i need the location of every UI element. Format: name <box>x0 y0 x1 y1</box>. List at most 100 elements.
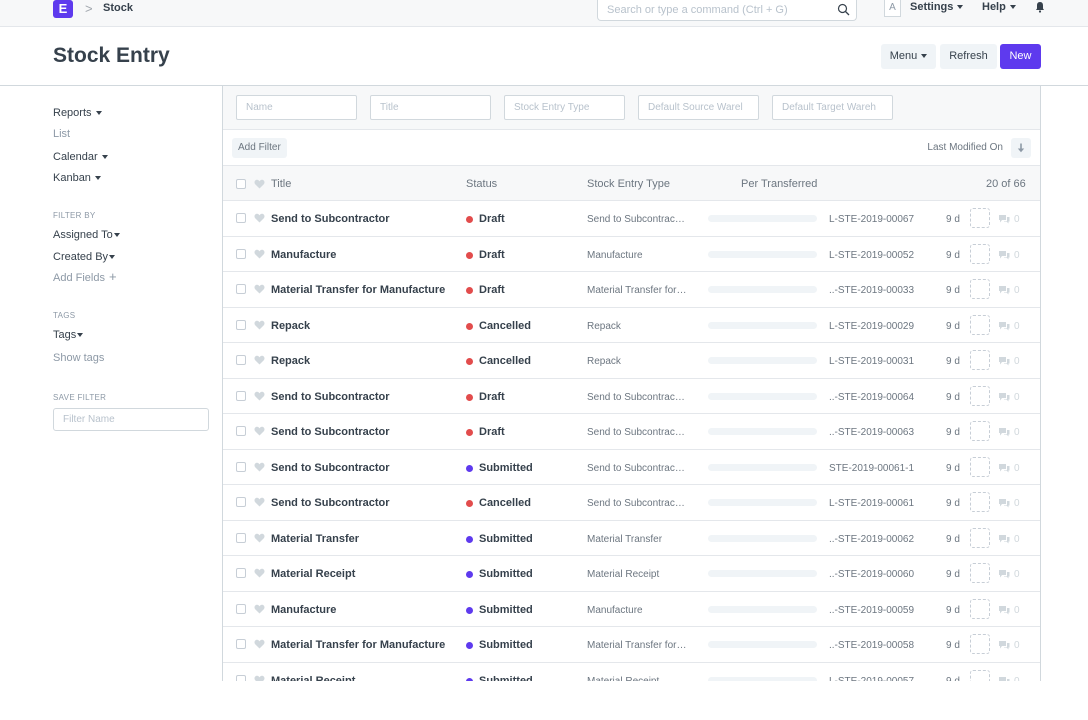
heart-icon[interactable] <box>254 213 265 223</box>
show-tags-link[interactable]: Show tags <box>53 352 104 364</box>
tags-dropdown[interactable]: Tags <box>53 329 84 341</box>
status-badge[interactable]: Submitted <box>479 639 533 651</box>
assign-avatar-placeholder[interactable] <box>970 314 990 335</box>
assign-avatar-placeholder[interactable] <box>970 456 990 477</box>
row-title[interactable]: Repack <box>271 355 310 367</box>
list-row[interactable]: Material Transfer for Manufacture Draft Ma… <box>223 272 1040 308</box>
assign-avatar-placeholder[interactable] <box>970 598 990 619</box>
row-checkbox[interactable] <box>236 461 246 472</box>
title-filter-input[interactable] <box>370 95 491 120</box>
sidebar-kanban[interactable]: Kanban <box>53 172 101 184</box>
heart-icon[interactable] <box>254 675 265 682</box>
row-title[interactable]: Send to Subcontractor <box>271 391 390 403</box>
row-checkbox[interactable] <box>236 497 246 507</box>
row-title[interactable]: Send to Subcontractor <box>271 462 390 474</box>
created-by-filter[interactable]: Created By <box>53 251 116 263</box>
search-input[interactable] <box>598 0 828 19</box>
row-title[interactable]: Material Transfer for Manufacture <box>271 639 445 651</box>
select-all-checkbox[interactable] <box>236 179 246 189</box>
list-row[interactable]: Send to Subcontractor Draft Send to Subcon… <box>223 414 1040 450</box>
row-title[interactable]: Material Transfer for Manufacture <box>271 284 445 296</box>
sort-order-button[interactable] <box>1011 138 1031 158</box>
status-badge[interactable]: Submitted <box>479 462 533 474</box>
status-badge[interactable]: Submitted <box>479 675 533 682</box>
user-avatar[interactable]: A <box>884 0 901 17</box>
list-row[interactable]: Repack Cancelled Repack L-STE-2019-00029 9 d… <box>223 307 1040 343</box>
sidebar-list[interactable]: List <box>53 128 70 140</box>
stock-entry-type-filter-input[interactable] <box>504 95 625 120</box>
heart-icon[interactable] <box>254 179 265 189</box>
row-title[interactable]: Manufacture <box>271 249 336 261</box>
sidebar-reports[interactable]: Reports <box>53 107 102 119</box>
app-logo[interactable]: E <box>53 0 73 18</box>
list-row[interactable]: Send to Subcontractor Draft Send to Subcon… <box>223 378 1040 414</box>
name-filter-input[interactable] <box>236 95 357 120</box>
row-checkbox[interactable] <box>236 390 246 401</box>
row-title[interactable]: Send to Subcontractor <box>271 213 390 225</box>
list-row[interactable]: Send to Subcontractor Draft Send to Subcon… <box>223 201 1040 237</box>
list-row[interactable]: Material Transfer for Manufacture Submitt… <box>223 627 1040 663</box>
status-badge[interactable]: Draft <box>479 426 505 438</box>
list-row[interactable]: Manufacture Submitted Manufacture ..-STE-20… <box>223 591 1040 627</box>
assign-avatar-placeholder[interactable] <box>970 492 990 512</box>
status-badge[interactable]: Submitted <box>479 568 533 580</box>
row-title[interactable]: Repack <box>271 320 310 332</box>
list-row[interactable]: Repack Cancelled Repack L-STE-2019-00031 9 d… <box>223 343 1040 379</box>
filter-name-input[interactable] <box>53 408 209 431</box>
status-badge[interactable]: Draft <box>479 391 505 403</box>
assign-avatar-placeholder[interactable] <box>970 208 990 228</box>
heart-icon[interactable] <box>254 320 265 330</box>
status-badge[interactable]: Cancelled <box>479 497 531 509</box>
row-checkbox[interactable] <box>236 284 246 294</box>
assign-avatar-placeholder[interactable] <box>970 634 990 654</box>
row-checkbox[interactable] <box>236 603 246 614</box>
status-badge[interactable]: Draft <box>479 249 505 261</box>
heart-icon[interactable] <box>254 604 265 614</box>
sort-by-selector[interactable]: Last Modified On <box>927 142 1003 153</box>
status-badge[interactable]: Cancelled <box>479 355 531 367</box>
status-badge[interactable]: Draft <box>479 213 505 225</box>
assign-avatar-placeholder[interactable] <box>970 350 990 370</box>
list-row[interactable]: Material Receipt Submitted Material Receip… <box>223 662 1040 682</box>
row-checkbox[interactable] <box>236 213 246 223</box>
row-title[interactable]: Manufacture <box>271 604 336 616</box>
sidebar-calendar[interactable]: Calendar <box>53 151 108 163</box>
row-checkbox[interactable] <box>236 426 246 436</box>
status-badge[interactable]: Cancelled <box>479 320 531 332</box>
settings-dropdown[interactable]: Settings <box>910 1 964 13</box>
heart-icon[interactable] <box>254 355 265 365</box>
list-row[interactable]: Material Receipt Submitted Material Receip… <box>223 556 1040 592</box>
row-checkbox[interactable] <box>236 639 246 649</box>
row-title[interactable]: Send to Subcontractor <box>271 426 390 438</box>
list-row[interactable]: Material Transfer Submitted Material Trans… <box>223 520 1040 556</box>
row-checkbox[interactable] <box>236 248 246 259</box>
row-title[interactable]: Material Transfer <box>271 533 359 545</box>
row-checkbox[interactable] <box>236 319 246 330</box>
heart-icon[interactable] <box>254 497 265 507</box>
list-row[interactable]: Manufacture Draft Manufacture L-STE-2019-00… <box>223 236 1040 272</box>
row-title[interactable]: Material Receipt <box>271 675 355 682</box>
assign-avatar-placeholder[interactable] <box>970 563 990 583</box>
assign-avatar-placeholder[interactable] <box>970 279 990 299</box>
default-target-warehouse-filter-input[interactable] <box>772 95 893 120</box>
assign-avatar-placeholder[interactable] <box>970 421 990 441</box>
row-checkbox[interactable] <box>236 568 246 578</box>
row-title[interactable]: Send to Subcontractor <box>271 497 390 509</box>
search-icon[interactable] <box>837 3 850 16</box>
heart-icon[interactable] <box>254 533 265 543</box>
assigned-to-filter[interactable]: Assigned To <box>53 229 120 241</box>
list-row[interactable]: Send to Subcontractor Cancelled Send to Su… <box>223 485 1040 521</box>
status-badge[interactable]: Draft <box>479 284 505 296</box>
row-title[interactable]: Material Receipt <box>271 568 355 580</box>
default-source-warehouse-filter-input[interactable] <box>638 95 759 120</box>
assign-avatar-placeholder[interactable] <box>970 527 990 548</box>
help-dropdown[interactable]: Help <box>982 1 1016 13</box>
menu-button[interactable]: Menu <box>881 44 936 69</box>
heart-icon[interactable] <box>254 391 265 401</box>
assign-avatar-placeholder[interactable] <box>970 385 990 406</box>
heart-icon[interactable] <box>254 462 265 472</box>
heart-icon[interactable] <box>254 284 265 294</box>
heart-icon[interactable] <box>254 639 265 649</box>
assign-avatar-placeholder[interactable] <box>970 243 990 264</box>
row-checkbox[interactable] <box>236 532 246 543</box>
